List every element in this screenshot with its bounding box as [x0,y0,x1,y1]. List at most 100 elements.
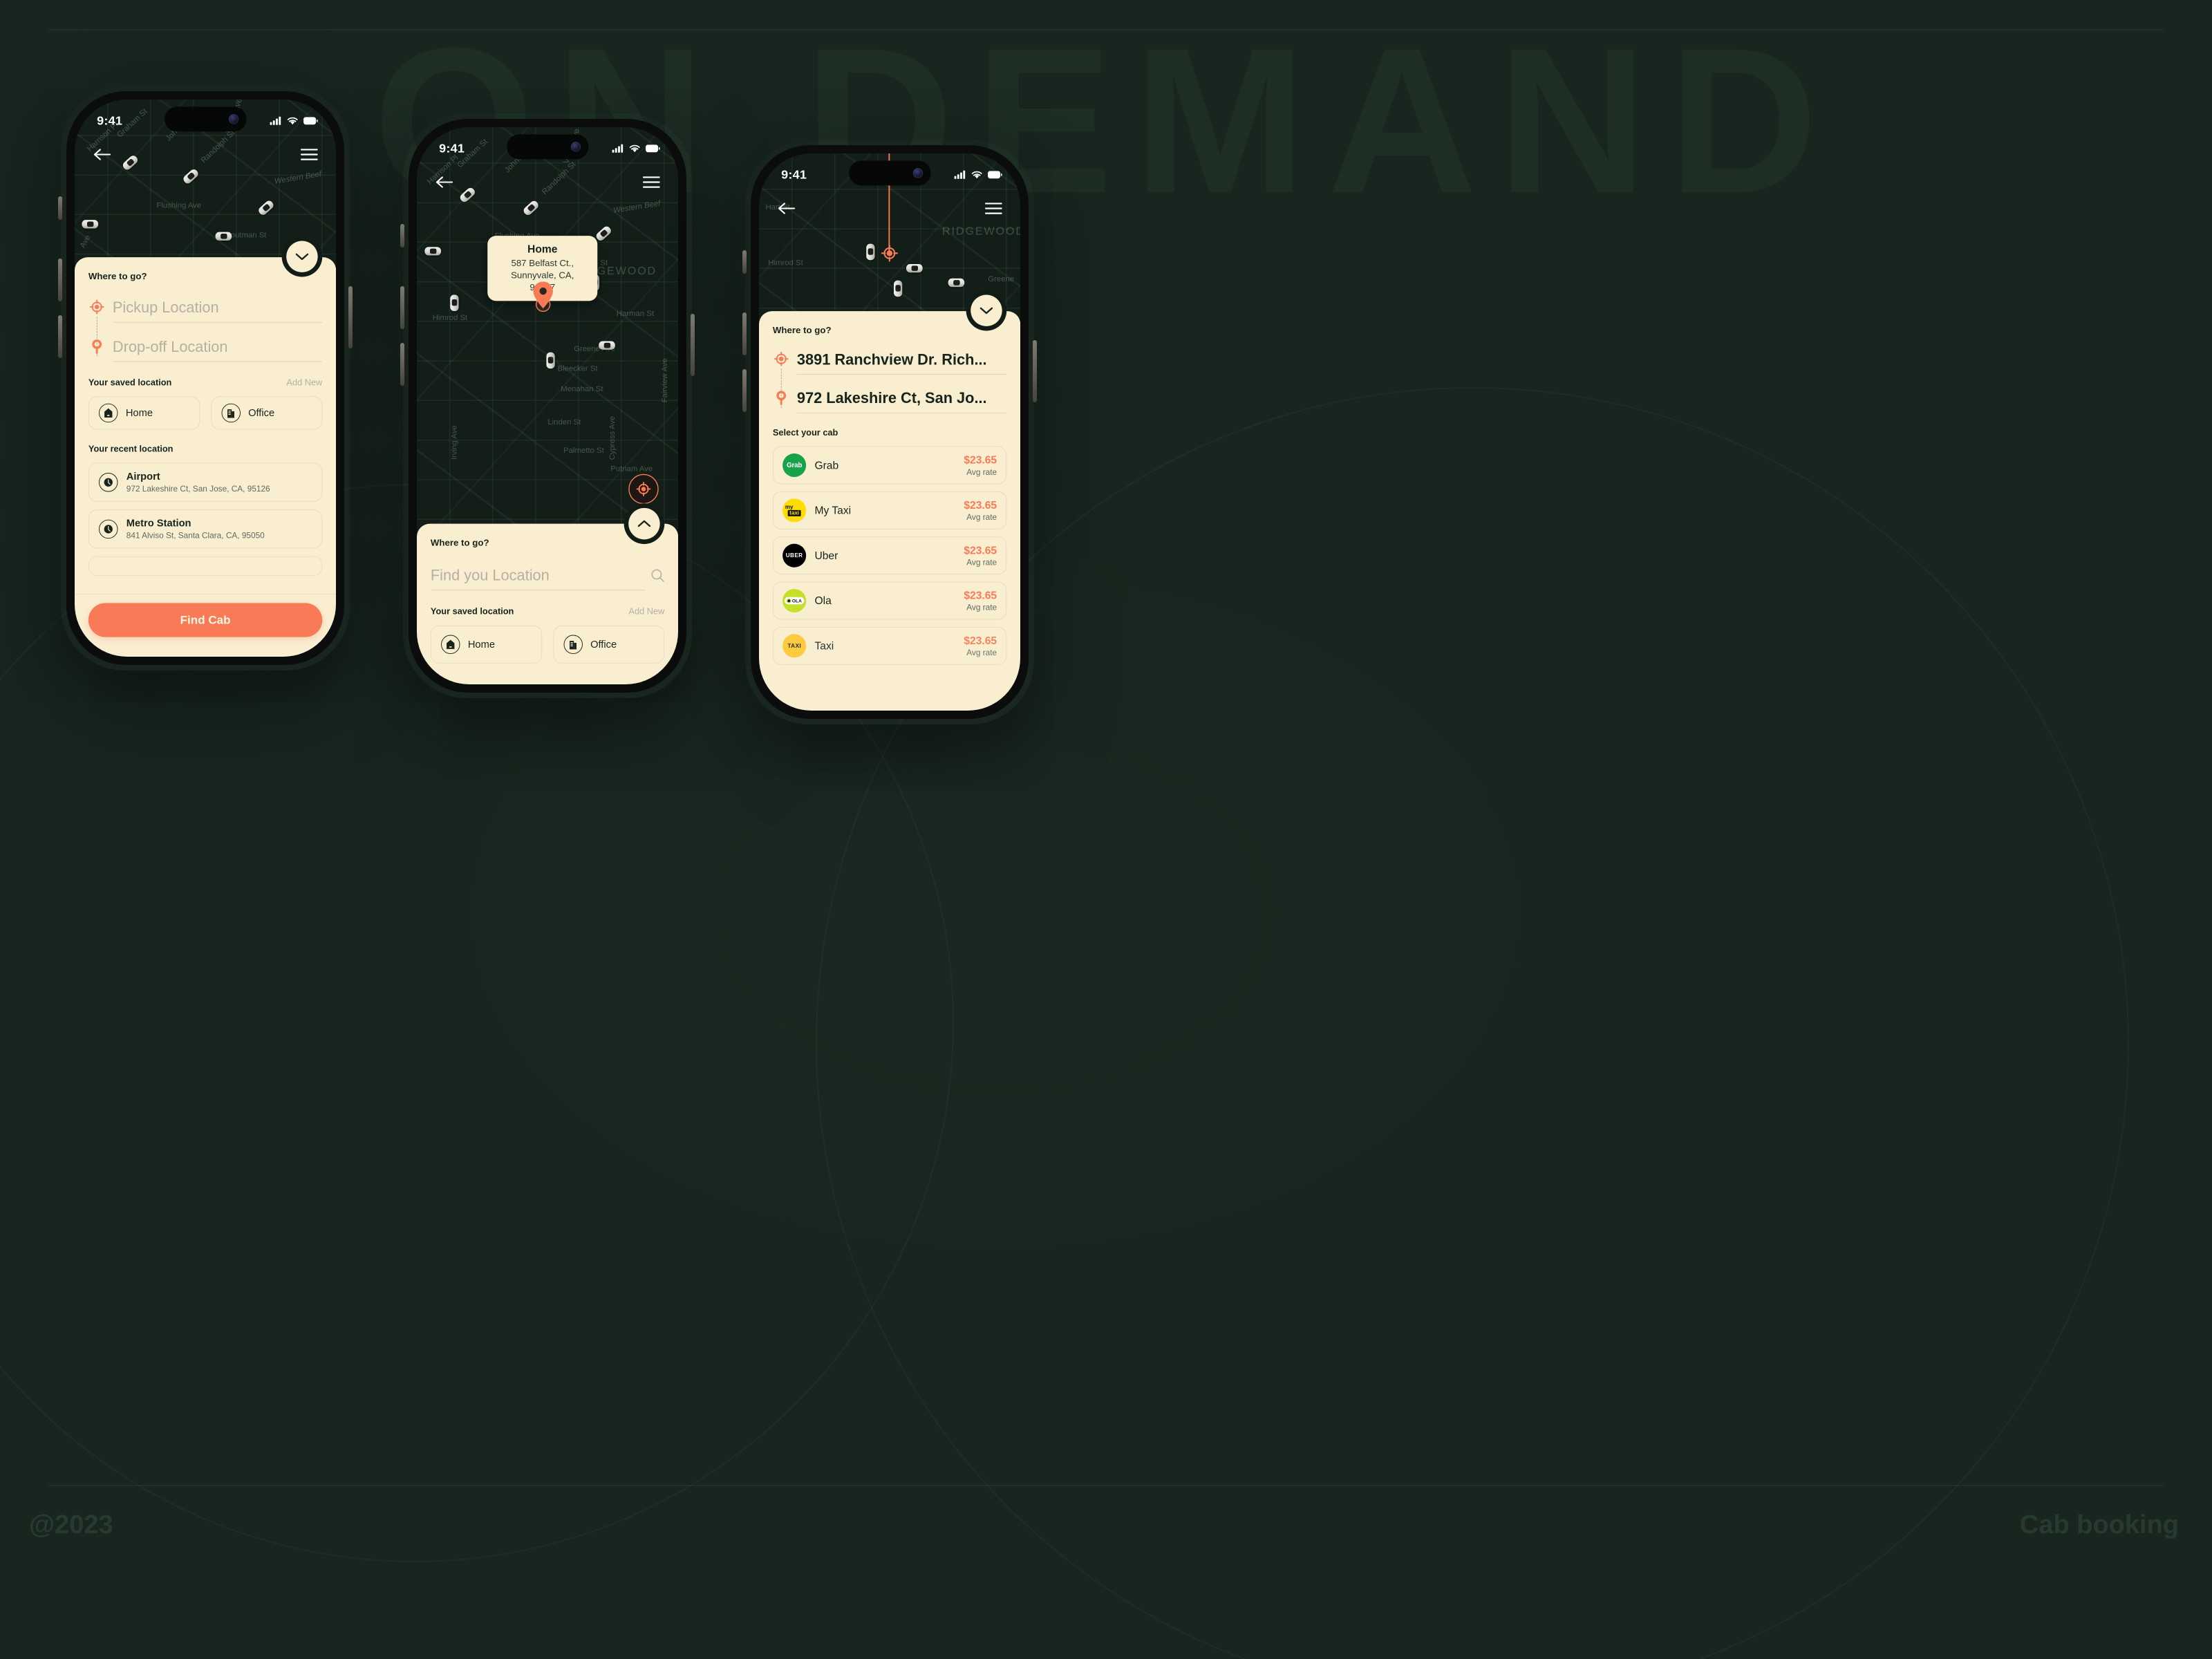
dropoff-input[interactable]: Drop-off Location [112,338,323,362]
map-car-icon [866,243,875,261]
phone-2-screen: Harrison Pl Graham St Johnson Ave Varick… [417,127,678,684]
phone-3-screen: Suydam St Hart St Himrod St RIDGEWOOD Gr… [759,153,1020,711]
map-street-label: Himrod St [768,258,803,268]
pickup-field-row[interactable]: 3891 Ranchview Dr. Rich... [773,350,1007,375]
back-arrow-icon[interactable] [778,202,796,215]
dynamic-island [848,160,931,186]
saved-chip-office[interactable]: Office [211,396,323,430]
phone-3-volume-down[interactable] [742,369,747,412]
office-icon-circle [221,403,241,423]
mytaxi-logo-icon: my taxi [782,498,807,523]
front-camera-icon [912,168,923,178]
map-street-label: Ave [77,233,93,250]
front-camera-icon [228,114,238,124]
grab-logo-icon: Grab [782,453,807,478]
map-car-icon [450,294,459,311]
destination-map-pin[interactable] [532,281,555,314]
recent-location-item[interactable]: Metro Station 841 Alviso St, Santa Clara… [88,509,323,549]
pickup-input[interactable]: Pickup Location [112,299,323,323]
saved-chip-label: Home [125,406,153,419]
add-new-button[interactable]: Add New [286,377,322,388]
pickup-target-icon [774,351,789,366]
saved-locations-label: Your saved location [88,377,172,388]
saved-chip-label: Office [590,638,617,650]
dropoff-input[interactable]: 972 Lakeshire Ct, San Jo... [796,389,1007,413]
cab-option-row[interactable]: my taxi My Taxi $23.65 Avg rate [772,491,1007,529]
hamburger-menu-icon[interactable] [985,202,1002,215]
cellular-signal-icon [270,116,281,125]
map-street-label: Western Beef [612,198,662,215]
search-field-row[interactable]: Find you Location [430,566,664,591]
dropoff-field-row[interactable]: Drop-off Location [88,338,323,362]
ola-logo-icon: OLA [782,588,807,613]
cab-option-price: $23.65 [964,453,997,466]
cab-option-row[interactable]: UBER Uber $23.65 Avg rate [772,536,1007,575]
collapse-sheet-button[interactable] [971,294,1002,326]
poster-canvas: ON DEMAND @2023 Cab booking Harrison Pl … [0,0,2212,1659]
phone-1-power[interactable] [348,286,353,348]
map-street-label: Western Beef [274,169,322,186]
phone-3-volume-up[interactable] [742,312,747,355]
taxi-logo-icon: TAXI [782,634,807,658]
cab-option-rate-label: Avg rate [966,512,997,522]
clock-icon [104,478,113,487]
pickup-map-marker[interactable] [880,244,899,265]
saved-chip-home[interactable]: Home [88,396,200,430]
cab-logo-text: Grab [786,461,803,469]
recent-location-item-partial[interactable] [88,556,323,577]
phone-2-silent-switch[interactable] [400,224,404,247]
recent-location-item[interactable]: Airport 972 Lakeshire Ct, San Jose, CA, … [88,462,323,502]
cab-option-price: $23.65 [964,634,997,647]
map-street-label: Menahan St [561,384,603,393]
map-car-icon [948,278,965,288]
phone-1-volume-down[interactable] [58,315,62,358]
map-car-icon [893,280,903,297]
battery-icon [646,144,660,153]
hamburger-menu-icon[interactable] [643,176,660,189]
cab-option-row[interactable]: OLA Ola $23.65 Avg rate [772,581,1007,620]
search-input[interactable]: Find you Location [430,566,646,591]
phone-2-volume-down[interactable] [400,343,404,386]
saved-chip-home[interactable]: Home [430,625,543,664]
pickup-field-row[interactable]: Pickup Location [88,299,323,323]
cab-option-rate-label: Avg rate [966,648,997,657]
map-car-icon [522,199,541,217]
cab-option-row[interactable]: Grab Grab $23.65 Avg rate [772,446,1007,485]
add-new-button[interactable]: Add New [628,606,664,617]
cab-option-price: $23.65 [964,543,997,556]
map-car-icon [82,220,99,229]
dropoff-field-row[interactable]: 972 Lakeshire Ct, San Jo... [773,389,1007,413]
map-street-label: Palmetto St [563,445,604,455]
hamburger-menu-icon[interactable] [301,148,318,161]
phone-3-silent-switch[interactable] [742,250,747,274]
search-icon[interactable] [650,568,664,582]
recent-location-address: 972 Lakeshire Ct, San Jose, CA, 95126 [126,484,270,494]
saved-chip-office[interactable]: Office [553,625,665,664]
phone-1-volume-up[interactable] [58,259,62,301]
map-street-label: Bleecker St [557,364,598,373]
saved-locations-row: Home Office [88,396,323,430]
phone-2-volume-up[interactable] [400,286,404,329]
cab-option-row[interactable]: TAXI Taxi $23.65 Avg rate [772,626,1007,665]
back-arrow-icon[interactable] [435,176,454,189]
phone-1-screen: Harrison Pl Graham St Johnson Ave Varick… [75,100,336,657]
cab-option-name: My Taxi [814,504,852,516]
phone-1-silent-switch[interactable] [58,196,62,220]
find-cab-button[interactable]: Find Cab [88,603,323,637]
cab-option-price: $23.65 [964,589,997,601]
expand-sheet-button[interactable] [628,507,660,540]
phone-3-power[interactable] [1033,340,1037,402]
collapse-sheet-button[interactable] [286,241,318,272]
pickup-input[interactable]: 3891 Ranchview Dr. Rich... [796,350,1007,375]
map-street-label: Greene Ave [574,344,615,354]
map-car-icon [458,186,477,204]
cab-logo-text: UBER [785,552,803,559]
recent-location-address: 841 Alviso St, Santa Clara, CA, 95050 [126,531,265,541]
dropoff-pin-icon [92,339,102,354]
saved-locations-label: Your saved location [430,606,514,617]
phone-2-power[interactable] [691,314,695,376]
locate-me-button[interactable] [628,474,659,505]
dropoff-pin-icon [776,391,787,405]
wifi-icon [287,117,298,125]
back-arrow-icon[interactable] [93,148,112,161]
